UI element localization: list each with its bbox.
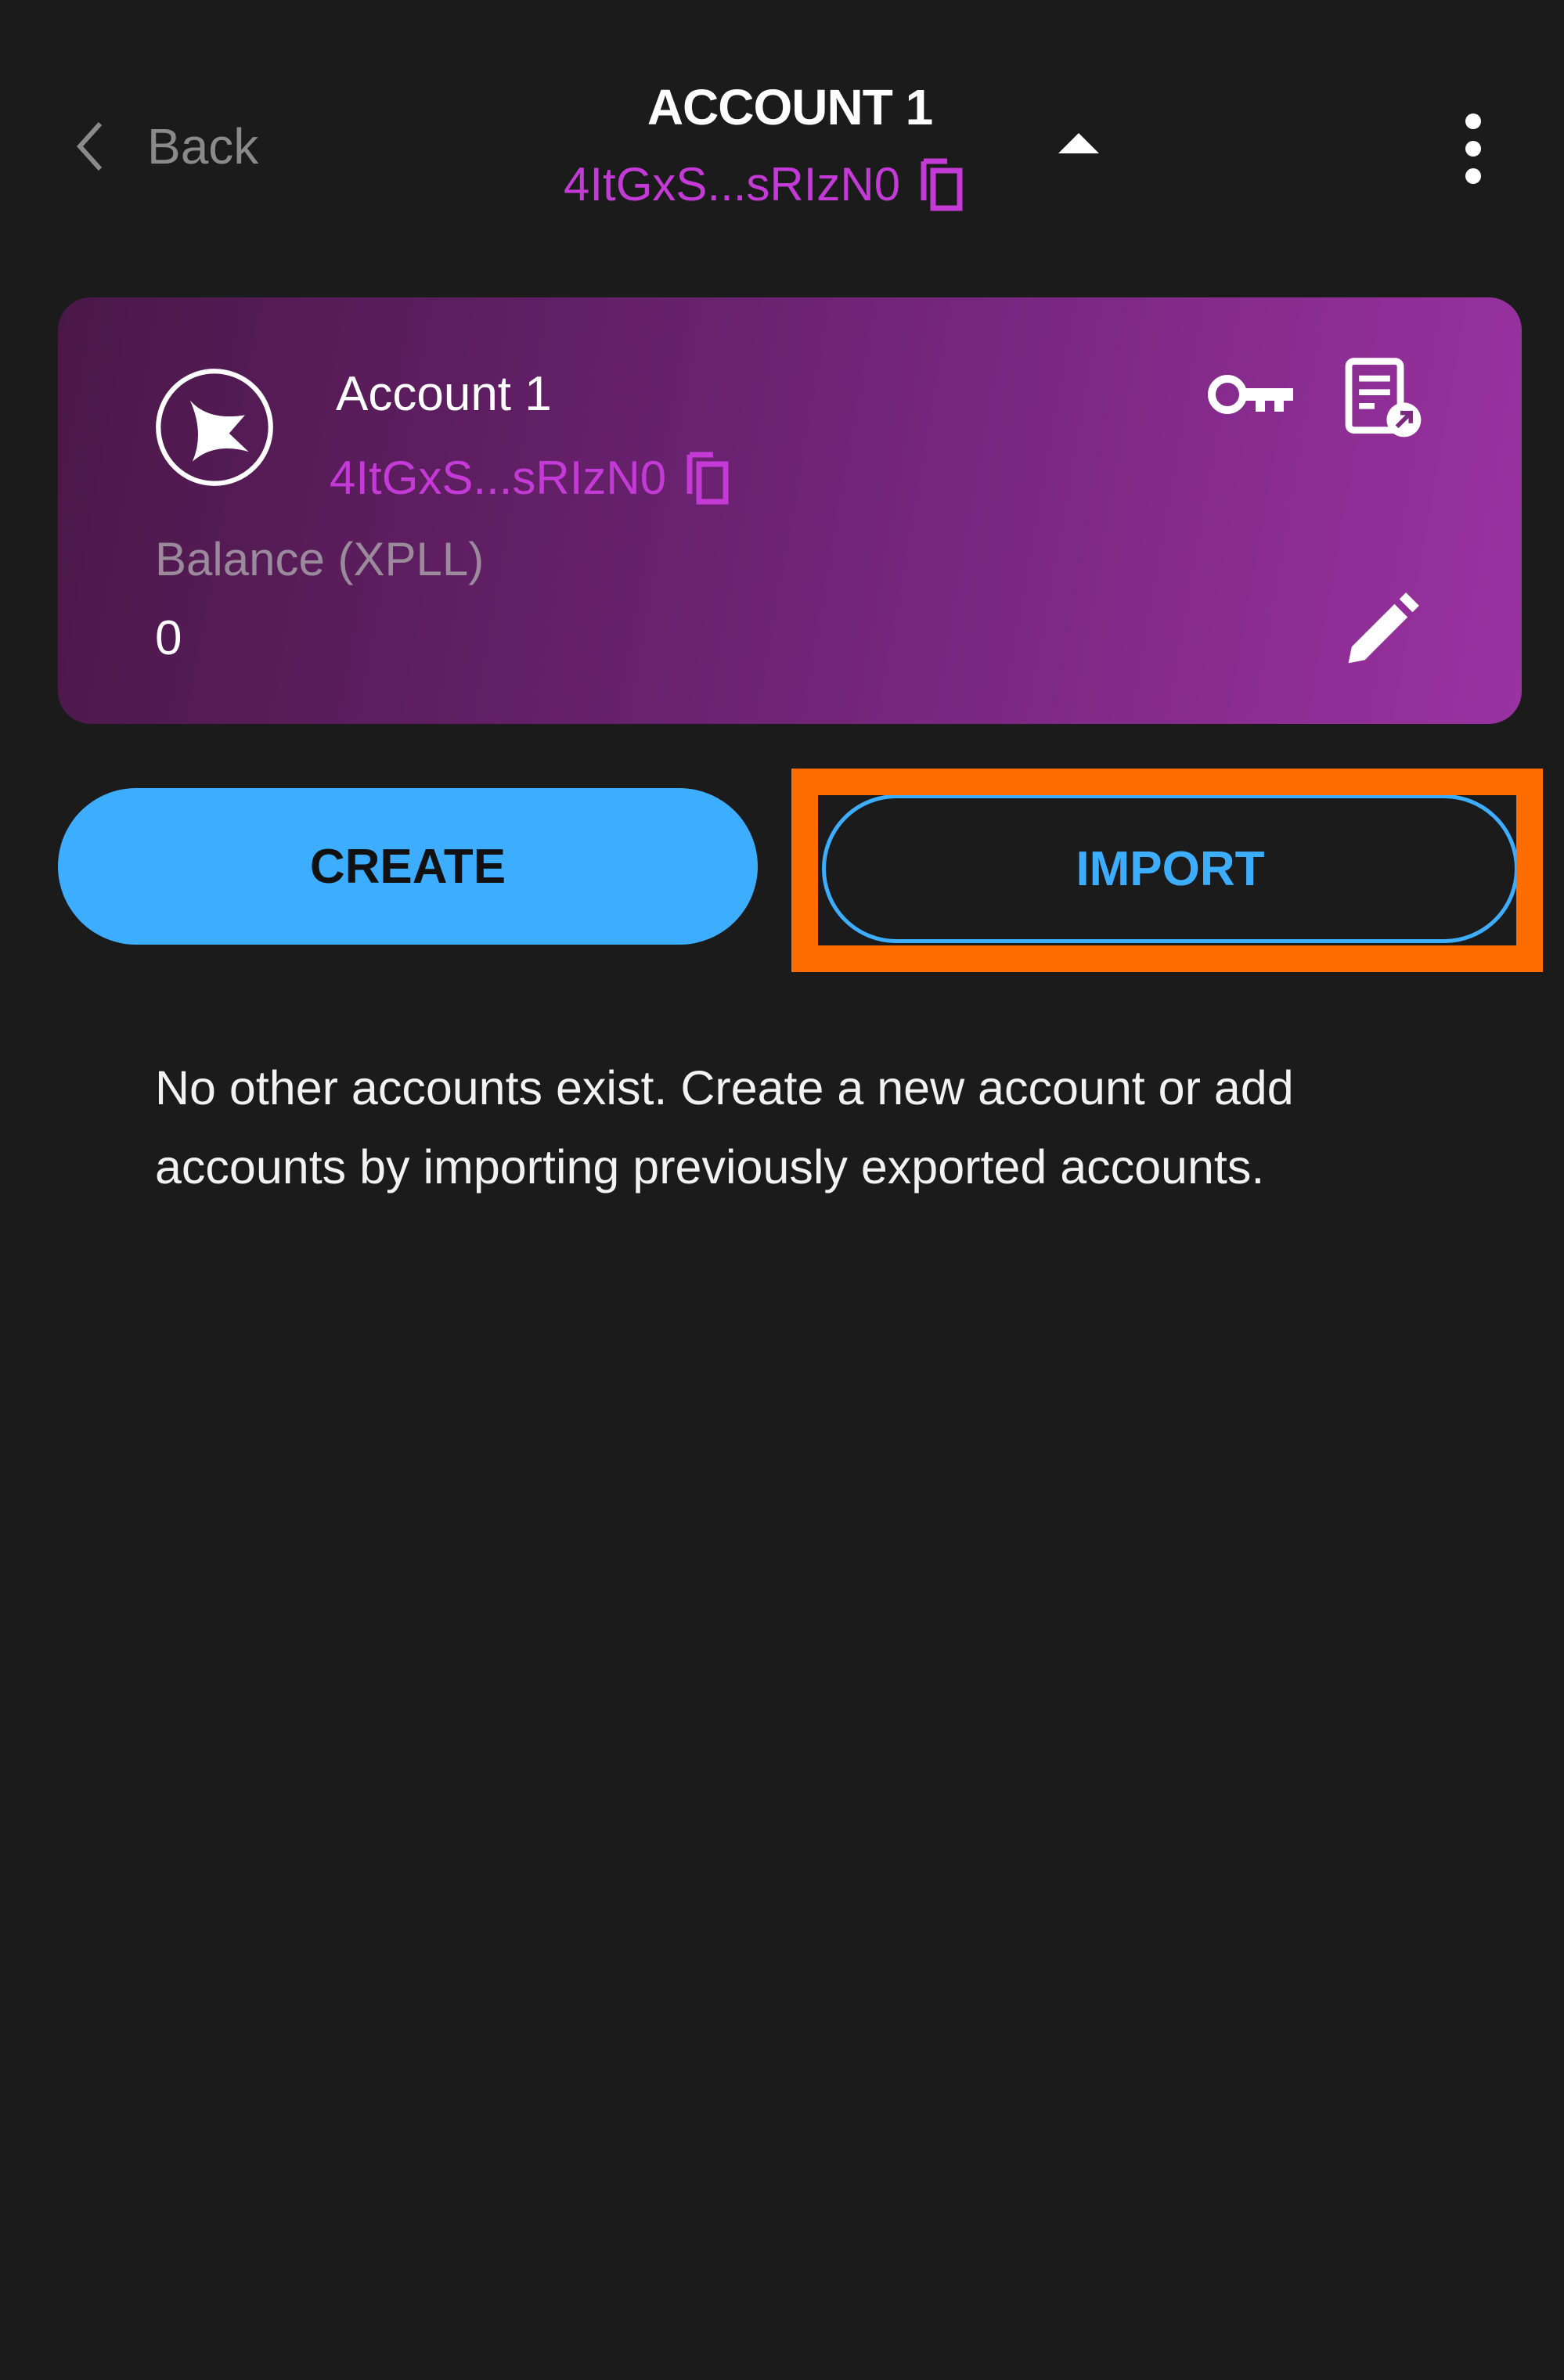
import-account-button[interactable]: IMPORT <box>822 794 1519 943</box>
collapse-caret-icon[interactable] <box>1058 133 1099 153</box>
account-card <box>58 297 1522 724</box>
card-address-text: 4ItGxS...sRIzN0 <box>330 451 667 504</box>
copy-icon[interactable] <box>685 450 732 505</box>
account-name: Account 1 <box>336 367 552 421</box>
create-account-button[interactable]: CREATE <box>58 788 758 945</box>
key-icon[interactable] <box>1205 368 1299 423</box>
export-document-icon[interactable] <box>1340 356 1426 442</box>
more-menu-icon[interactable] <box>1458 113 1489 184</box>
page-title: ACCOUNT 1 <box>647 79 933 135</box>
header-address-text: 4ItGxS...sRIzN0 <box>564 157 901 211</box>
balance-value: 0 <box>155 611 182 665</box>
balance-label: Balance (XPLL) <box>155 533 485 585</box>
copy-icon[interactable] <box>919 157 966 211</box>
header-address: 4ItGxS...sRIzN0 <box>564 157 966 211</box>
edit-pencil-icon[interactable] <box>1339 591 1421 673</box>
card-address: 4ItGxS...sRIzN0 <box>330 450 732 505</box>
account-logo-icon <box>156 369 273 486</box>
empty-accounts-message: No other accounts exist. Create a new ac… <box>155 1061 1294 1194</box>
